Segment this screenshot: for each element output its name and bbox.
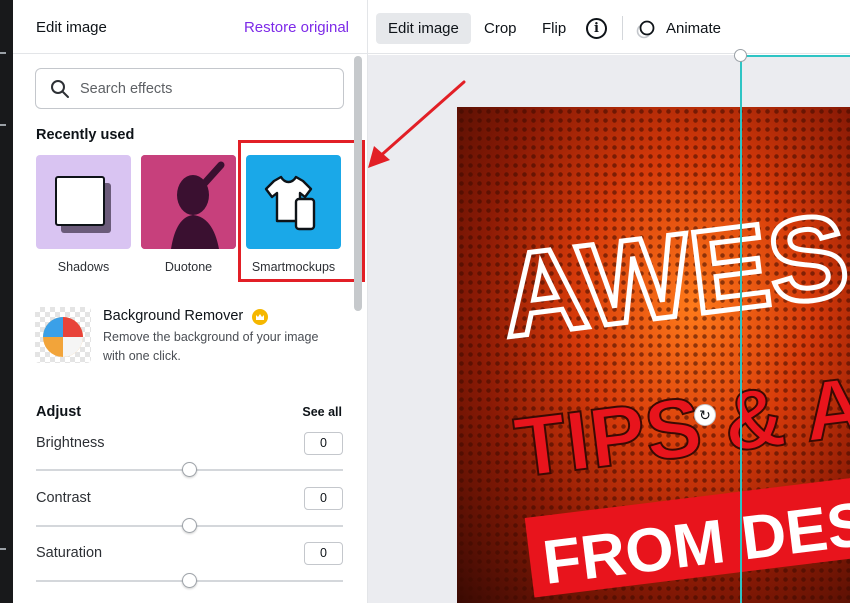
brightness-value-input[interactable]: 0 xyxy=(304,432,343,455)
background-remover-thumbnail[interactable] xyxy=(35,307,91,363)
search-icon xyxy=(51,80,69,98)
effect-label-smartmockups: Smartmockups xyxy=(251,260,336,274)
recently-used-heading: Recently used xyxy=(36,127,135,143)
restore-original-button[interactable]: Restore original xyxy=(244,19,349,36)
search-effects-input[interactable]: Search effects xyxy=(35,68,344,109)
panel-scrollbar[interactable] xyxy=(354,56,362,311)
app-window: Edit image Restore original Search effec… xyxy=(0,0,850,603)
panel-header: Edit image Restore original xyxy=(13,0,368,54)
selection-handle[interactable] xyxy=(734,49,747,62)
design-text-subheadline: TIPS & A xyxy=(510,359,850,495)
search-placeholder: Search effects xyxy=(80,81,173,97)
beach-ball-icon xyxy=(43,317,83,357)
effect-label-shadows: Shadows xyxy=(57,260,110,274)
adjust-heading: Adjust xyxy=(36,404,82,420)
duotone-portrait-thumbnail xyxy=(141,155,236,249)
flip-button[interactable]: Flip xyxy=(530,13,578,44)
crown-icon xyxy=(252,309,268,325)
design-page[interactable]: AWES TIPS & A FROM DESIG xyxy=(457,107,850,603)
image-toolbar: Edit image Crop Flip i Animate xyxy=(368,0,850,54)
saturation-label: Saturation xyxy=(36,545,103,561)
edit-image-panel: Edit image Restore original Search effec… xyxy=(13,0,368,603)
panel-title: Edit image xyxy=(36,19,107,36)
effect-label-duotone: Duotone xyxy=(164,260,213,274)
tshirt-phone-icon xyxy=(264,175,316,231)
effect-tile-duotone[interactable] xyxy=(141,155,236,249)
design-artwork: AWES TIPS & A FROM DESIG xyxy=(492,187,850,598)
rail-item[interactable] xyxy=(0,52,6,54)
rail-item[interactable] xyxy=(0,124,6,126)
toolbar-divider xyxy=(622,16,623,40)
contrast-slider-handle[interactable] xyxy=(182,518,197,533)
effect-tile-shadows[interactable] xyxy=(36,155,131,249)
effect-tile-smartmockups[interactable] xyxy=(246,155,341,249)
left-nav-rail xyxy=(0,0,13,603)
edit-image-button[interactable]: Edit image xyxy=(376,13,471,44)
see-all-link[interactable]: See all xyxy=(302,405,342,419)
saturation-value-input[interactable]: 0 xyxy=(304,542,343,565)
animate-icon[interactable] xyxy=(636,19,656,39)
contrast-value-input[interactable]: 0 xyxy=(304,487,343,510)
selection-guide-line-top xyxy=(740,55,850,57)
design-text-headline: AWES xyxy=(494,189,850,362)
rail-item[interactable] xyxy=(0,548,6,550)
selection-guide-line xyxy=(740,55,742,603)
brightness-slider-handle[interactable] xyxy=(182,462,197,477)
animate-button[interactable]: Animate xyxy=(654,13,733,44)
saturation-slider-handle[interactable] xyxy=(182,573,197,588)
background-remover-description: Remove the background of your image with… xyxy=(103,330,319,363)
background-remover-title[interactable]: Background Remover xyxy=(103,308,243,324)
brightness-label: Brightness xyxy=(36,435,105,451)
contrast-label: Contrast xyxy=(36,490,91,506)
crop-button[interactable]: Crop xyxy=(472,13,529,44)
rotate-handle-icon[interactable]: ↻ xyxy=(694,404,716,426)
info-icon[interactable]: i xyxy=(586,18,607,39)
